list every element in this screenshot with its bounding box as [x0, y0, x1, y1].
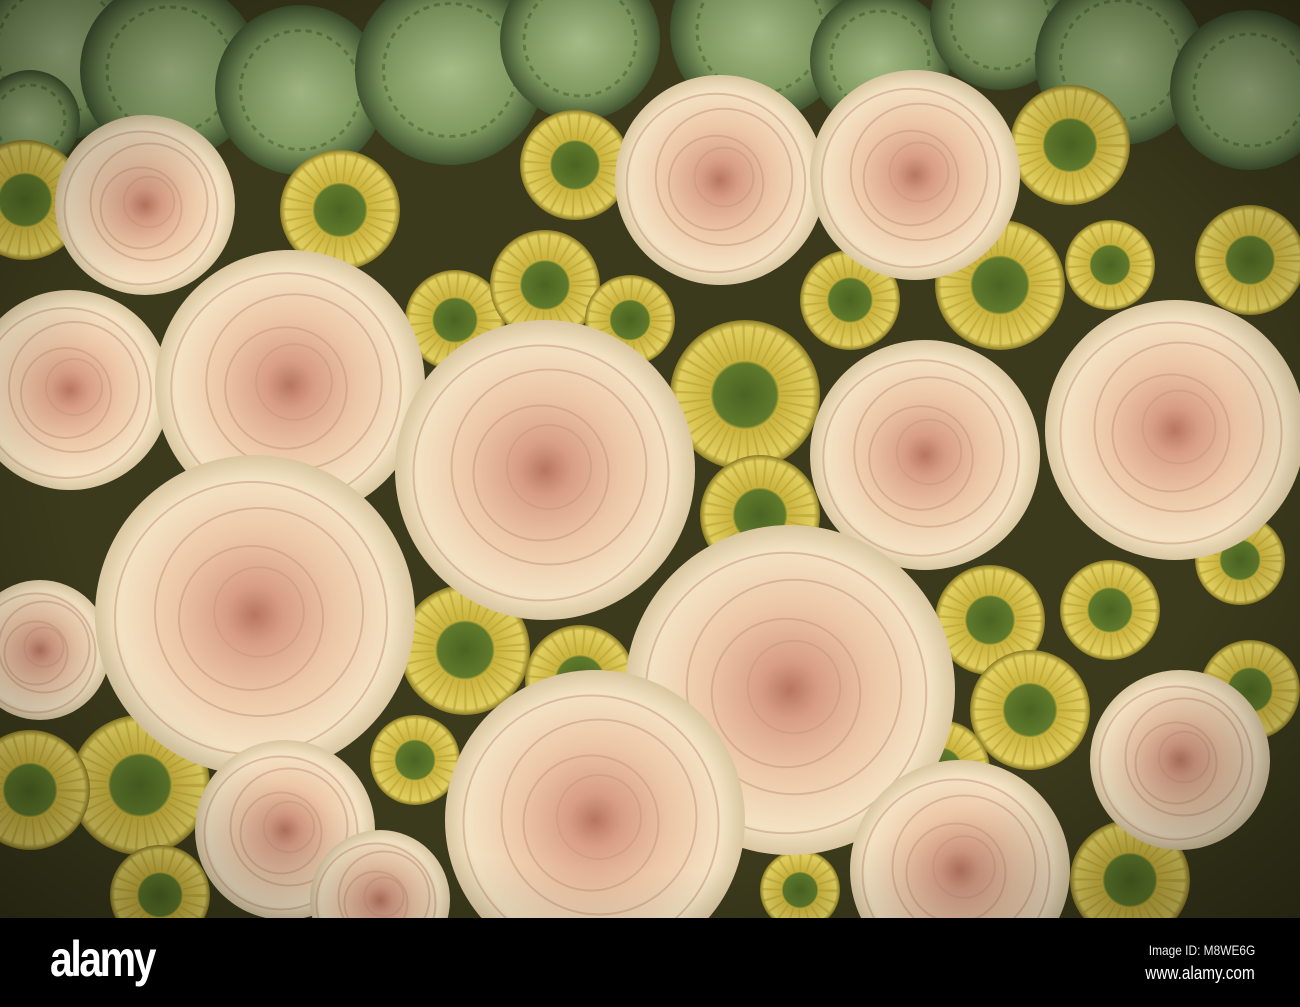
- stock-photo: alamy Image ID: M8WE6G www.alamy.com: [0, 0, 1300, 1007]
- site-url: www.alamy.com: [1145, 963, 1255, 983]
- flower-photo: [0, 0, 1300, 918]
- alamy-logo: alamy: [50, 931, 156, 987]
- image-id: Image ID: M8WE6G: [1148, 942, 1255, 958]
- watermark-footer: alamy Image ID: M8WE6G www.alamy.com: [0, 918, 1300, 1007]
- vignette: [0, 0, 1300, 918]
